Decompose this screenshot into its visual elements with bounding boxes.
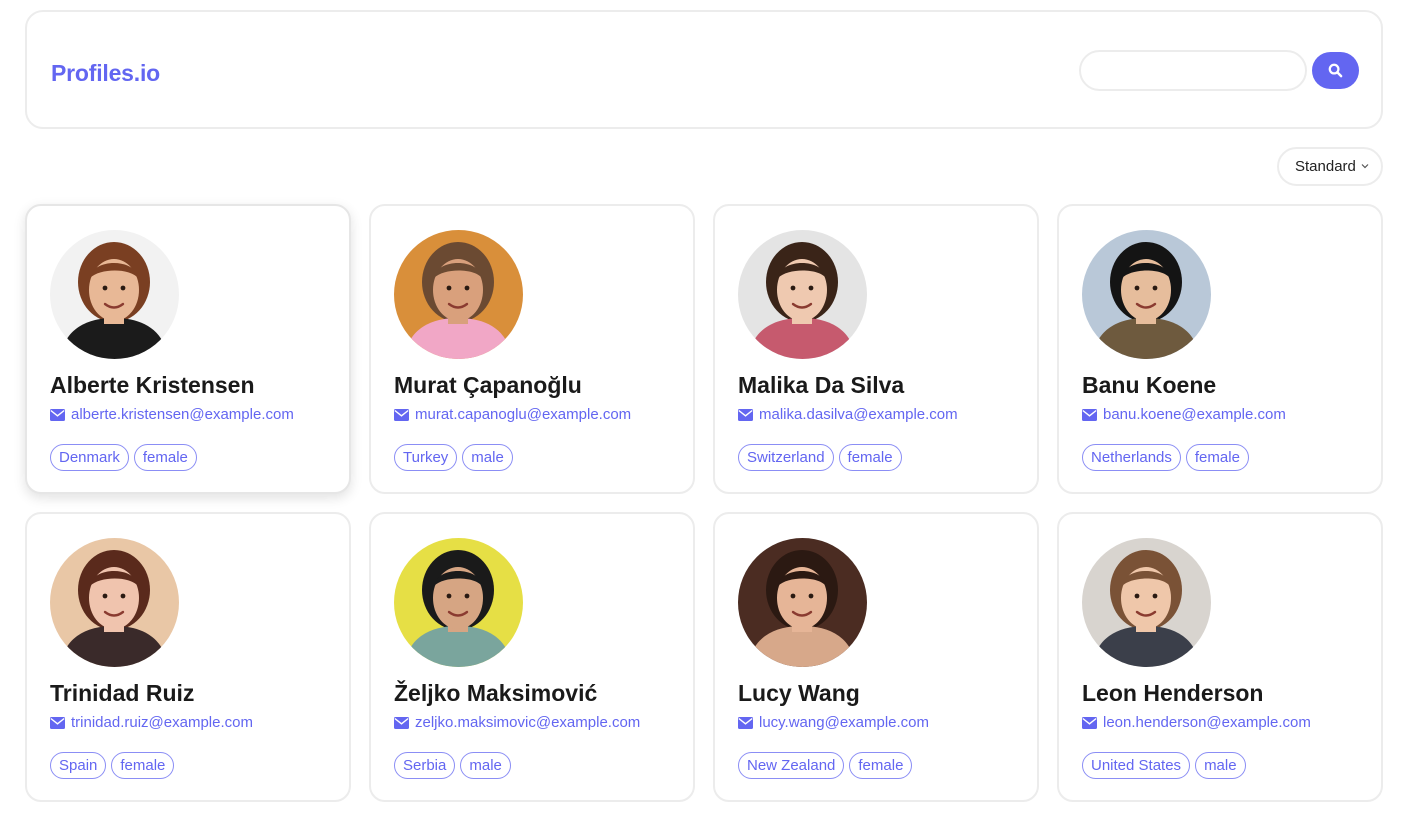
profile-card[interactable]: Leon Henderson leon.henderson@example.co… xyxy=(1057,512,1383,802)
country-tag[interactable]: Spain xyxy=(50,752,107,779)
profile-name: Murat Çapanoğlu xyxy=(394,372,582,398)
sort-selected-value: Standard xyxy=(1295,158,1356,175)
envelope-icon xyxy=(738,408,753,421)
profile-name: Leon Henderson xyxy=(1082,680,1264,706)
profile-email: banu.koene@example.com xyxy=(1103,406,1286,423)
profile-card[interactable]: Željko Maksimović zeljko.maksimovic@exam… xyxy=(369,512,695,802)
profile-card[interactable]: Murat Çapanoğlu murat.capanoglu@example.… xyxy=(369,204,695,494)
envelope-icon xyxy=(1082,716,1097,729)
profile-card[interactable]: Lucy Wang lucy.wang@example.com New Zeal… xyxy=(713,512,1039,802)
gender-tag[interactable]: male xyxy=(460,752,511,779)
country-tag[interactable]: Switzerland xyxy=(738,444,834,471)
profile-email: murat.capanoglu@example.com xyxy=(415,406,632,423)
avatar xyxy=(738,538,867,667)
avatar xyxy=(394,230,523,359)
gender-tag[interactable]: male xyxy=(1195,752,1246,779)
profile-email-link[interactable]: zeljko.maksimovic@example.com xyxy=(394,714,640,731)
profile-tags: United States male xyxy=(1082,752,1246,779)
chevron-down-icon xyxy=(1361,164,1369,169)
brand-logo[interactable]: Profiles.io xyxy=(51,60,160,87)
avatar xyxy=(1082,538,1211,667)
profile-name: Trinidad Ruiz xyxy=(50,680,195,706)
envelope-icon xyxy=(394,408,409,421)
profile-tags: Serbia male xyxy=(394,752,511,779)
gender-tag[interactable]: male xyxy=(462,444,513,471)
profile-tags: Switzerland female xyxy=(738,444,902,471)
envelope-icon xyxy=(738,716,753,729)
profile-name: Malika Da Silva xyxy=(738,372,905,398)
sort-dropdown[interactable]: Standard xyxy=(1277,147,1383,186)
profile-email-link[interactable]: trinidad.ruiz@example.com xyxy=(50,714,253,731)
country-tag[interactable]: Netherlands xyxy=(1082,444,1181,471)
profile-card[interactable]: Malika Da Silva malika.dasilva@example.c… xyxy=(713,204,1039,494)
gender-tag[interactable]: female xyxy=(838,444,902,471)
search-input[interactable] xyxy=(1079,50,1307,91)
profile-email-link[interactable]: leon.henderson@example.com xyxy=(1082,714,1311,731)
avatar xyxy=(738,230,867,359)
country-tag[interactable]: Serbia xyxy=(394,752,456,779)
profile-grid: Alberte Kristensen alberte.kristensen@ex… xyxy=(25,204,1383,802)
profile-email: malika.dasilva@example.com xyxy=(759,406,958,423)
envelope-icon xyxy=(394,716,409,729)
gender-tag[interactable]: female xyxy=(1185,444,1249,471)
country-tag[interactable]: Denmark xyxy=(50,444,129,471)
profile-email-link[interactable]: malika.dasilva@example.com xyxy=(738,406,958,423)
profile-card[interactable]: Alberte Kristensen alberte.kristensen@ex… xyxy=(25,204,351,494)
profile-email-link[interactable]: lucy.wang@example.com xyxy=(738,714,929,731)
profile-email: leon.henderson@example.com xyxy=(1103,714,1311,731)
profile-email-link[interactable]: banu.koene@example.com xyxy=(1082,406,1286,423)
avatar xyxy=(1082,230,1211,359)
top-navbar: Profiles.io xyxy=(25,10,1383,129)
envelope-icon xyxy=(50,716,65,729)
profile-card[interactable]: Banu Koene banu.koene@example.com Nether… xyxy=(1057,204,1383,494)
gender-tag[interactable]: female xyxy=(133,444,197,471)
avatar xyxy=(394,538,523,667)
profile-email-link[interactable]: murat.capanoglu@example.com xyxy=(394,406,631,423)
envelope-icon xyxy=(50,408,65,421)
profile-tags: Turkey male xyxy=(394,444,513,471)
search-button[interactable] xyxy=(1312,52,1359,89)
profile-card[interactable]: Trinidad Ruiz trinidad.ruiz@example.com … xyxy=(25,512,351,802)
profile-name: Banu Koene xyxy=(1082,372,1217,398)
profile-tags: New Zealand female xyxy=(738,752,913,779)
profile-tags: Denmark female xyxy=(50,444,197,471)
country-tag[interactable]: Turkey xyxy=(394,444,458,471)
profile-email: lucy.wang@example.com xyxy=(759,714,930,731)
profile-email-link[interactable]: alberte.kristensen@example.com xyxy=(50,406,294,423)
country-tag[interactable]: United States xyxy=(1082,752,1191,779)
profile-email: trinidad.ruiz@example.com xyxy=(71,714,253,731)
profile-tags: Spain female xyxy=(50,752,175,779)
profile-email: zeljko.maksimovic@example.com xyxy=(415,714,641,731)
profile-name: Željko Maksimović xyxy=(394,680,598,706)
gender-tag[interactable]: female xyxy=(111,752,175,779)
profile-tags: Netherlands female xyxy=(1082,444,1249,471)
gender-tag[interactable]: female xyxy=(849,752,913,779)
country-tag[interactable]: New Zealand xyxy=(738,752,845,779)
profile-email: alberte.kristensen@example.com xyxy=(71,406,294,423)
envelope-icon xyxy=(1082,408,1097,421)
profile-name: Lucy Wang xyxy=(738,680,860,706)
avatar xyxy=(50,230,179,359)
profile-name: Alberte Kristensen xyxy=(50,372,255,398)
avatar xyxy=(50,538,179,667)
search-icon xyxy=(1328,63,1343,78)
